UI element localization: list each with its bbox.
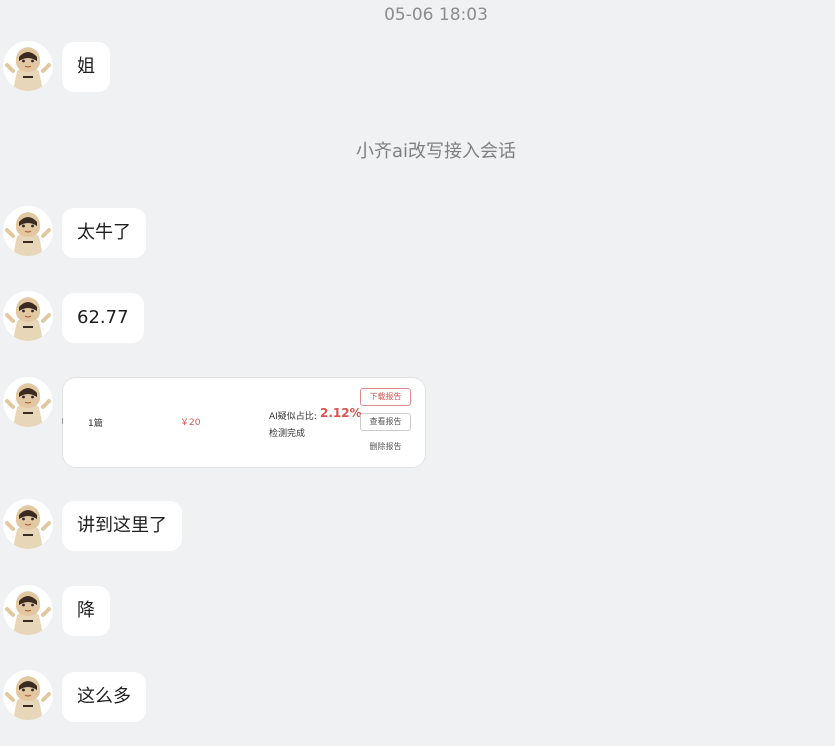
avatar-icon[interactable] [3, 499, 53, 549]
chat-bubble[interactable]: 降 [62, 586, 110, 636]
view-report-button[interactable]: 查看报告 [360, 413, 411, 431]
system-notice: 小齐ai改写接入会话 [355, 141, 517, 162]
chat-bubble[interactable]: 62.77 [62, 293, 144, 343]
ai-ratio-label: AI疑似占比: [269, 412, 317, 422]
report-card[interactable]: 1篇 ￥20 AI疑似占比: 2.12% 检测完成 下载报告 查看报告 删除报告 [62, 377, 426, 468]
chat-bubble[interactable]: 太牛了 [62, 208, 146, 258]
detection-status: 检测完成 [269, 429, 306, 439]
chat-bubble[interactable]: 姐 [62, 42, 110, 92]
avatar-icon[interactable] [3, 291, 53, 341]
message-timestamp: 05-06 18:03 [384, 5, 488, 25]
avatar-icon[interactable] [3, 585, 53, 635]
report-count: 1篇 [88, 419, 103, 429]
chat-bubble[interactable]: 讲到这里了 [62, 501, 182, 551]
chat-bubble[interactable]: 这么多 [62, 672, 146, 722]
avatar-icon[interactable] [3, 670, 53, 720]
report-price: ￥20 [180, 418, 201, 428]
download-report-button[interactable]: 下载报告 [360, 388, 411, 406]
delete-report-button[interactable]: 删除报告 [360, 439, 411, 457]
card-divider [62, 418, 63, 424]
ai-ratio-value: 2.12% [320, 406, 362, 420]
avatar-icon[interactable] [3, 206, 53, 256]
avatar-icon[interactable] [3, 41, 53, 91]
avatar-icon[interactable] [3, 377, 53, 427]
